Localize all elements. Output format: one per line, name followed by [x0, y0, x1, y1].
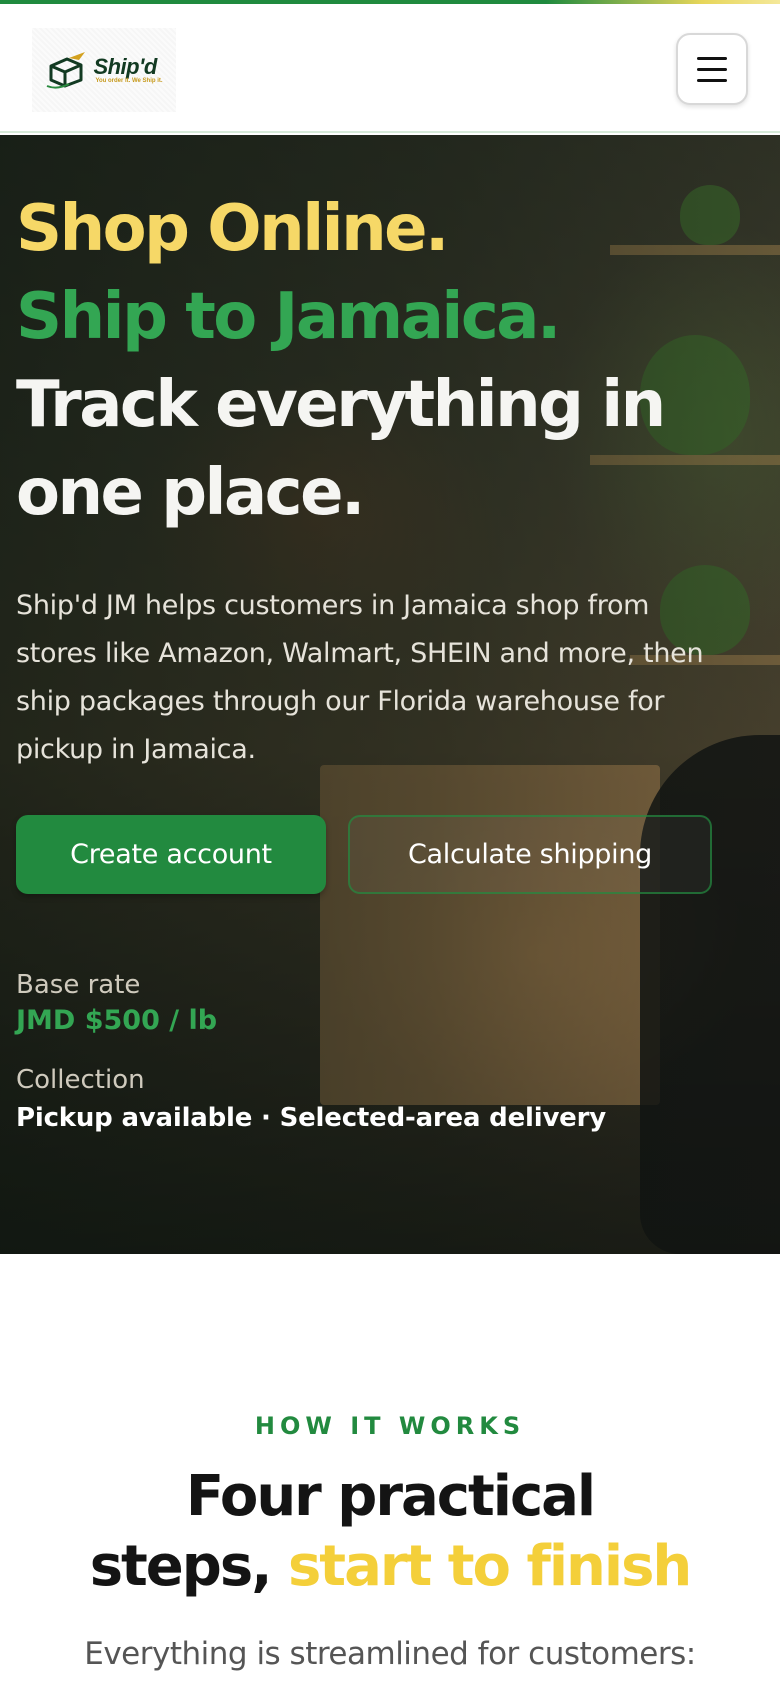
section-title-line-1: Four practical [185, 1464, 596, 1529]
logo-text: Ship'd You order it. We Ship it. [93, 54, 163, 85]
brand-logo[interactable]: Ship'd You order it. We Ship it. [32, 28, 176, 112]
headline-line-4: one place. [16, 456, 365, 530]
hero-description: Ship'd JM helps customers in Jamaica sho… [16, 590, 704, 765]
menu-button[interactable] [676, 33, 748, 105]
collection-value: Pickup available · Selected-area deliver… [16, 1103, 606, 1133]
package-plane-icon [47, 52, 86, 89]
section-title-plain: steps, [89, 1534, 288, 1599]
site-header: Ship'd You order it. We Ship it. [0, 4, 780, 133]
hamburger-icon [697, 53, 727, 86]
hero-section: Shop Online. Ship to Jamaica. Track ever… [0, 135, 780, 1254]
calculate-shipping-button[interactable]: Calculate shipping [348, 815, 712, 894]
headline-line-2: Ship to Jamaica. [16, 280, 561, 354]
section-subtitle: Everything is streamlined for customers: [84, 1636, 696, 1672]
section-eyebrow: HOW IT WORKS [254, 1412, 526, 1440]
headline-line-3: Track everything in [16, 368, 666, 442]
base-rate-value: JMD $500 / lb [16, 1005, 218, 1036]
logo-tagline: You order it. We Ship it. [95, 78, 163, 84]
logo-mark: Ship'd You order it. We Ship it. [45, 50, 163, 90]
headline-line-1: Shop Online. [16, 192, 449, 266]
base-rate-label: Base rate [16, 970, 141, 1000]
section-title: Four practical steps, start to finish [0, 1462, 780, 1602]
collection-label: Collection [16, 1065, 145, 1095]
create-account-button[interactable]: Create account [16, 815, 326, 894]
how-it-works-section: HOW IT WORKS Four practical steps, start… [0, 1254, 780, 1688]
section-title-accent: start to finish [287, 1534, 692, 1599]
logo-wordmark: Ship'd [93, 54, 157, 79]
